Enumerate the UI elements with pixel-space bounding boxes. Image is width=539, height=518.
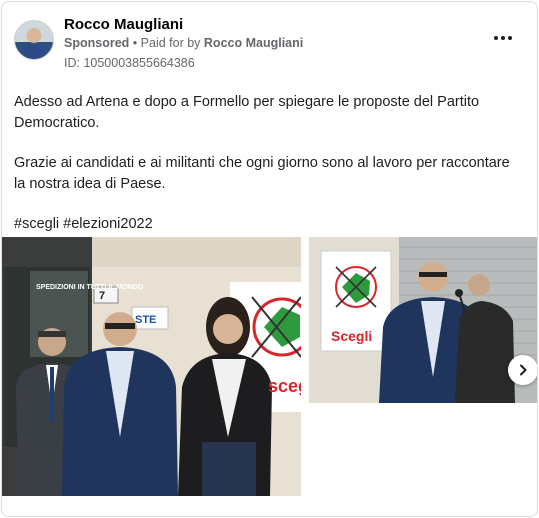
ad-card: Rocco Maugliani Sponsored • Paid for by … bbox=[1, 1, 538, 517]
author-name[interactable]: Rocco Maugliani bbox=[64, 16, 183, 33]
sponsored-meta: Sponsored • Paid for by Rocco Maugliani bbox=[64, 36, 303, 50]
image-carousel: sceg 7 STE SPEDIZIONI IN TUTTI IL MONDO bbox=[2, 237, 537, 497]
sponsored-label: Sponsored bbox=[64, 36, 130, 50]
poster-word-2: Scegli bbox=[331, 328, 372, 344]
door-number: 7 bbox=[99, 290, 105, 302]
ad-id: ID: 1050003855664386 bbox=[64, 56, 195, 70]
post-header: Rocco Maugliani Sponsored • Paid for by … bbox=[14, 16, 525, 72]
poste-sign: STE bbox=[135, 314, 156, 326]
meta-separator: • bbox=[132, 36, 138, 50]
carousel-image-2[interactable]: Scegli bbox=[309, 237, 537, 403]
post-text: Adesso ad Artena e dopo a Formello per s… bbox=[14, 92, 519, 255]
shop-sign: SPEDIZIONI IN TUTTI IL MONDO bbox=[36, 284, 144, 291]
chevron-right-icon bbox=[520, 364, 527, 376]
paid-for-prefix: Paid for by bbox=[140, 36, 201, 50]
carousel-image-1[interactable]: sceg 7 STE SPEDIZIONI IN TUTTI IL MONDO bbox=[2, 237, 301, 496]
author-avatar[interactable] bbox=[14, 20, 54, 60]
hashtags[interactable]: #scegli #elezioni2022 bbox=[14, 214, 519, 235]
carousel-next-button[interactable] bbox=[508, 355, 537, 385]
paragraph-1: Adesso ad Artena e dopo a Formello per s… bbox=[14, 94, 480, 131]
poster-word-1: sceg bbox=[268, 376, 301, 396]
more-options-icon[interactable] bbox=[491, 30, 515, 46]
paid-for-by-name[interactable]: Rocco Maugliani bbox=[204, 36, 303, 50]
paragraph-2: Grazie ai candidati e ai militanti che o… bbox=[14, 155, 510, 192]
